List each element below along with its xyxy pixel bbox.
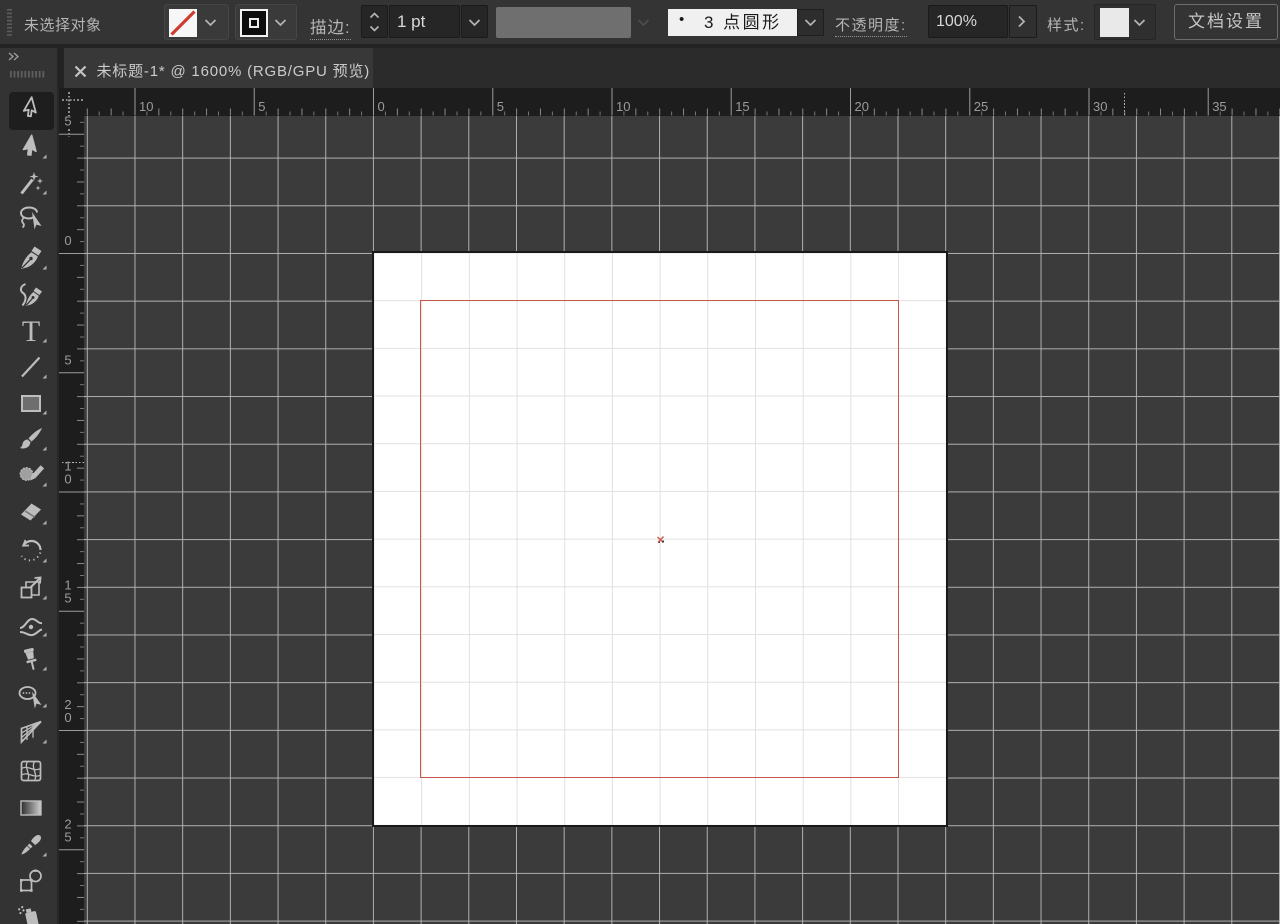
svg-text:35: 35 xyxy=(1212,99,1226,114)
svg-text:30: 30 xyxy=(1093,99,1107,114)
svg-text:0: 0 xyxy=(378,99,385,114)
svg-text:5: 5 xyxy=(64,116,71,129)
svg-text:0: 0 xyxy=(64,710,71,725)
svg-text:5: 5 xyxy=(497,99,504,114)
svg-text:5: 5 xyxy=(64,352,71,367)
svg-text:5: 5 xyxy=(64,590,71,605)
svg-text:20: 20 xyxy=(855,99,869,114)
svg-text:0: 0 xyxy=(64,233,71,248)
svg-text:5: 5 xyxy=(64,829,71,844)
svg-text:T: T xyxy=(22,317,40,345)
svg-text:10: 10 xyxy=(139,99,153,114)
svg-text:0: 0 xyxy=(64,471,71,486)
svg-text:10: 10 xyxy=(616,99,630,114)
svg-text:5: 5 xyxy=(258,99,265,114)
svg-text:15: 15 xyxy=(735,99,749,114)
svg-text:25: 25 xyxy=(974,99,988,114)
